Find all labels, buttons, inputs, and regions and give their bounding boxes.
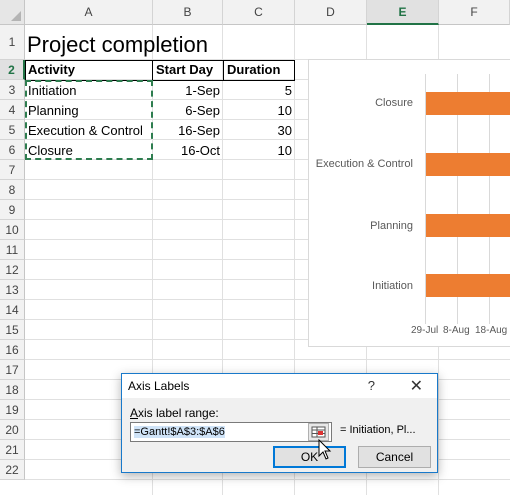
header-start-day[interactable]: Start Day xyxy=(154,60,215,80)
gantt-chart[interactable]: Closure Execution & Control Planning Ini… xyxy=(308,59,510,347)
header-duration[interactable]: Duration xyxy=(225,60,282,80)
row-header-8[interactable]: 8 xyxy=(0,180,25,200)
cell-duration[interactable]: 10 xyxy=(223,101,295,121)
chart-x-tick: 29-Jul xyxy=(411,325,439,336)
cell-duration[interactable]: 10 xyxy=(223,141,295,161)
axis-label-range-input[interactable]: =Gantt!$A$3:$A$6 xyxy=(130,422,332,442)
cell-start-day[interactable]: 16-Sep xyxy=(153,121,223,141)
chart-x-tick: 8-Aug xyxy=(443,325,470,336)
column-header-f[interactable]: F xyxy=(439,0,510,25)
column-header-e[interactable]: E xyxy=(367,0,439,25)
row-header-11[interactable]: 11 xyxy=(0,240,25,260)
cell-duration[interactable]: 30 xyxy=(223,121,295,141)
chart-category-label: Closure xyxy=(375,97,413,109)
chart-bar[interactable] xyxy=(426,274,510,297)
accelerator-key: A xyxy=(130,406,139,420)
chart-x-tick: 18-Aug xyxy=(475,325,508,336)
row-header-1[interactable]: 1 xyxy=(0,25,25,60)
cell-duration[interactable]: 5 xyxy=(223,81,295,101)
close-icon[interactable]: ✕ xyxy=(410,376,423,396)
help-icon[interactable]: ? xyxy=(368,378,375,393)
cancel-button[interactable]: Cancel xyxy=(358,446,431,468)
range-preview-text: = Initiation, Pl... xyxy=(340,424,416,436)
column-header-d[interactable]: D xyxy=(295,0,367,25)
row-header-16[interactable]: 16 xyxy=(0,340,25,360)
select-all-corner[interactable] xyxy=(0,0,25,25)
row-header-20[interactable]: 20 xyxy=(0,420,25,440)
cell-start-day[interactable]: 1-Sep xyxy=(153,81,223,101)
row-header-9[interactable]: 9 xyxy=(0,200,25,220)
row-header-12[interactable]: 12 xyxy=(0,260,25,280)
grid-line xyxy=(25,479,510,480)
chart-bar[interactable] xyxy=(426,214,510,237)
axis-labels-dialog: Axis Labels ? ✕ Axis label range: =Gantt… xyxy=(121,373,438,473)
input-selected-text: =Gantt!$A$3:$A$6 xyxy=(134,426,225,438)
row-header-15[interactable]: 15 xyxy=(0,320,25,340)
column-header-c[interactable]: C xyxy=(223,0,295,25)
axis-label-range-text: xis label range: xyxy=(138,406,219,420)
range-selector-icon xyxy=(311,426,326,438)
column-header-a[interactable]: A xyxy=(25,0,153,25)
ok-button[interactable]: OK xyxy=(273,446,346,468)
row-header-21[interactable]: 21 xyxy=(0,440,25,460)
mouse-pointer-icon xyxy=(318,439,332,460)
dialog-title-bar[interactable]: Axis Labels ? ✕ xyxy=(122,374,437,398)
row-header-22[interactable]: 22 xyxy=(0,460,25,480)
row-header-14[interactable]: 14 xyxy=(0,300,25,320)
row-header-17[interactable]: 17 xyxy=(0,360,25,380)
chart-category-label: Initiation xyxy=(372,280,413,292)
axis-label-range-label: Axis label range: xyxy=(130,406,219,420)
row-header-3[interactable]: 3 xyxy=(0,80,25,100)
cell-start-day[interactable]: 6-Sep xyxy=(153,101,223,121)
row-header-10[interactable]: 10 xyxy=(0,220,25,240)
chart-bar[interactable] xyxy=(426,92,510,115)
row-header-6[interactable]: 6 xyxy=(0,140,25,160)
dialog-title: Axis Labels xyxy=(128,379,190,393)
header-activity[interactable]: Activity xyxy=(26,60,77,80)
row-header-2[interactable]: 2 xyxy=(0,60,25,80)
cell-start-day[interactable]: 16-Oct xyxy=(153,141,223,161)
row-header-7[interactable]: 7 xyxy=(0,160,25,180)
row-header-18[interactable]: 18 xyxy=(0,380,25,400)
range-selection-marquee xyxy=(25,80,153,160)
column-header-b[interactable]: B xyxy=(153,0,223,25)
grid-line xyxy=(25,359,510,360)
chart-category-label: Planning xyxy=(370,220,413,232)
sheet-title[interactable]: Project completion xyxy=(27,30,208,60)
row-header-5[interactable]: 5 xyxy=(0,120,25,140)
row-header-13[interactable]: 13 xyxy=(0,280,25,300)
chart-category-label: Execution & Control xyxy=(315,158,413,170)
row-header-4[interactable]: 4 xyxy=(0,100,25,120)
chart-bar[interactable] xyxy=(426,153,510,176)
row-header-19[interactable]: 19 xyxy=(0,400,25,420)
